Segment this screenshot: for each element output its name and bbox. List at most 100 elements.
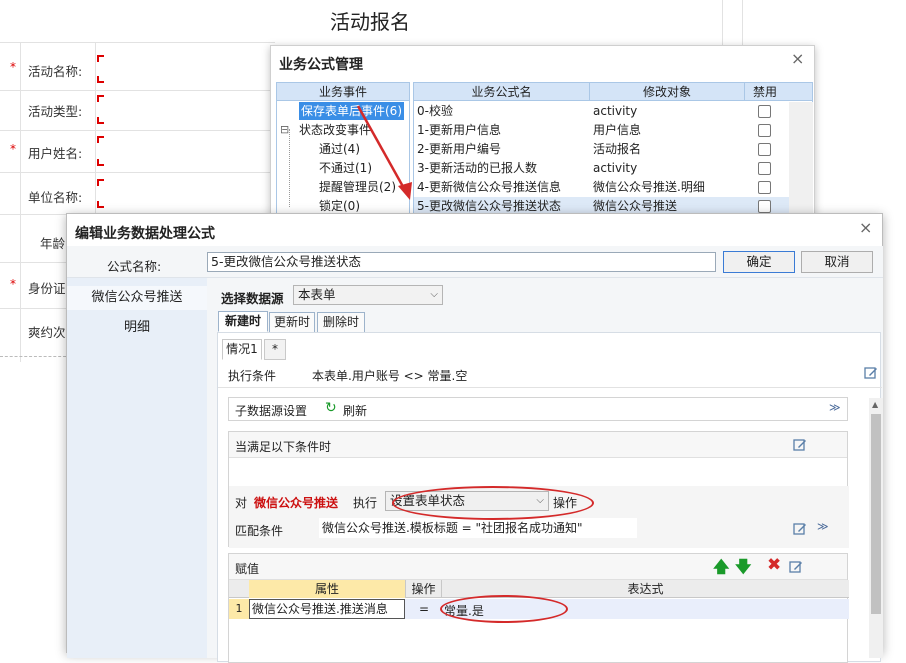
col-header-formula-name: 业务公式名	[471, 85, 532, 99]
grid-header: 业务公式名 修改对象 禁用	[414, 83, 812, 101]
exec-label: 执行	[353, 496, 378, 510]
field-label-id-card: 身份证	[28, 281, 66, 296]
formula-name-input[interactable]: 5-更改微信公众号推送状态	[207, 252, 716, 272]
col-header-property: 属性	[249, 580, 405, 598]
disable-checkbox[interactable]	[758, 162, 771, 175]
divider	[218, 387, 882, 388]
case-tab-add[interactable]: *	[264, 339, 286, 360]
col-header-op: 操作	[405, 580, 441, 598]
field-corner-mark	[97, 136, 104, 143]
datasource-label: 选择数据源	[221, 291, 284, 306]
for-label: 对	[235, 496, 248, 510]
table-row[interactable]: 1-更新用户信息 用户信息	[414, 121, 789, 140]
field-label-age: 年龄	[40, 236, 66, 251]
field-corner-mark	[97, 95, 104, 102]
edit-icon[interactable]	[864, 366, 878, 380]
scrollbar[interactable]	[789, 102, 813, 222]
tree-header: 业务事件	[277, 83, 409, 101]
expand-icon[interactable]: ≫	[829, 401, 841, 414]
datasource-select[interactable]: 本表单 ⌵	[293, 285, 443, 305]
collapse-icon[interactable]: ⊟	[280, 121, 289, 139]
chevron-down-icon: ⌵	[430, 289, 438, 300]
property-cell[interactable]: 微信公众号推送.推送消息	[249, 599, 405, 619]
scrollbar-thumb[interactable]	[871, 414, 881, 614]
exec-condition-value[interactable]: 本表单.用户账号 <> 常量.空	[312, 367, 467, 384]
close-icon[interactable]: ×	[859, 218, 872, 237]
field-corner-mark	[97, 76, 104, 83]
scroll-up-icon[interactable]: ▲	[872, 400, 878, 409]
formula-name: 4-更新微信公众号推送信息	[417, 180, 561, 194]
table-row[interactable]: 3-更新活动的已报人数 activity	[414, 159, 789, 178]
sub-datasource-label: 子数据源设置	[235, 404, 308, 418]
formula-name-label: 公式名称:	[107, 259, 162, 274]
field-corner-mark	[97, 201, 104, 208]
divider	[0, 90, 275, 91]
tab-update[interactable]: 更新时	[269, 312, 315, 333]
when-label: 当满足以下条件时	[235, 440, 332, 454]
refresh-icon[interactable]: ↻	[325, 400, 337, 416]
col-header-target: 修改对象	[642, 85, 691, 99]
divider	[0, 172, 275, 173]
table-row[interactable]: 2-更新用户编号 活动报名	[414, 140, 789, 159]
table-row[interactable]: 0-校验 activity	[414, 102, 789, 121]
disable-checkbox[interactable]	[758, 124, 771, 137]
field-label-no-show-count: 爽约次	[28, 325, 66, 340]
tab-delete[interactable]: 删除时	[317, 312, 365, 333]
disable-checkbox[interactable]	[758, 105, 771, 118]
required-mark: *	[10, 142, 16, 156]
disable-checkbox[interactable]	[758, 200, 771, 213]
scrollbar[interactable]: ▲	[869, 398, 883, 658]
tree-line	[289, 129, 290, 207]
cancel-button[interactable]: 取消	[801, 251, 873, 273]
divider	[0, 356, 66, 357]
disable-checkbox[interactable]	[758, 181, 771, 194]
target-name: 微信公众号推送	[254, 496, 339, 510]
field-label-unit-name: 单位名称:	[28, 190, 83, 205]
edit-icon[interactable]	[789, 560, 803, 574]
edit-icon[interactable]	[793, 522, 807, 536]
op-cell[interactable]: =	[419, 602, 429, 616]
row-index: 1	[229, 599, 249, 619]
required-mark: *	[10, 60, 16, 74]
annotation-oval	[440, 595, 568, 623]
section-header: 赋值 🡅 🡇 ✖	[229, 554, 847, 580]
formula-target: 微信公众号推送.明细	[593, 180, 705, 194]
datasource-value: 本表单	[298, 287, 336, 302]
disable-checkbox[interactable]	[758, 143, 771, 156]
formula-target: 活动报名	[593, 142, 642, 156]
arrow-down-icon[interactable]: 🡇	[735, 556, 751, 583]
match-label: 匹配条件	[235, 524, 284, 538]
sub-datasource-section: 子数据源设置 ↻ 刷新 ≫	[228, 397, 848, 421]
divider	[0, 42, 275, 43]
match-value[interactable]: 微信公众号推送.模板标题 = "社团报名成功通知"	[319, 518, 637, 538]
annotation-arrow	[356, 105, 412, 200]
formula-target: activity	[593, 161, 638, 175]
expand-icon[interactable]: ≫	[817, 520, 829, 533]
dialog-title: 业务公式管理	[279, 57, 363, 73]
field-label-activity-type: 活动类型:	[28, 104, 83, 119]
divider	[742, 0, 743, 48]
col-header-disabled: 禁用	[752, 85, 777, 99]
close-icon[interactable]: ×	[791, 49, 804, 68]
divider	[0, 262, 66, 263]
divider	[722, 0, 723, 48]
delete-icon[interactable]: ✖	[767, 555, 781, 575]
formula-target: activity	[593, 104, 638, 118]
field-corner-mark	[97, 55, 104, 62]
edit-icon[interactable]	[793, 438, 807, 452]
divider	[0, 130, 275, 131]
refresh-label[interactable]: 刷新	[343, 402, 367, 419]
case-tab-1[interactable]: 情况1	[222, 339, 262, 360]
formula-grid: 业务公式名 修改对象 禁用 0-校验 activity 1-更新用户信息 用户信…	[413, 82, 813, 222]
left-nav-item-wechat[interactable]: 微信公众号推送	[67, 286, 207, 310]
arrow-up-icon[interactable]: 🡅	[713, 556, 729, 583]
section-header: 当满足以下条件时	[229, 432, 847, 458]
ok-button[interactable]: 确定	[723, 251, 795, 273]
field-label-user-name: 用户姓名:	[28, 146, 83, 161]
left-nav-item-detail[interactable]: 明细	[67, 316, 207, 340]
dialog-title: 编辑业务数据处理公式	[75, 226, 215, 242]
tab-create[interactable]: 新建时	[218, 311, 268, 332]
field-corner-mark	[97, 179, 104, 186]
exec-condition-label: 执行条件	[228, 369, 277, 383]
table-row[interactable]: 4-更新微信公众号推送信息 微信公众号推送.明细	[414, 178, 789, 197]
